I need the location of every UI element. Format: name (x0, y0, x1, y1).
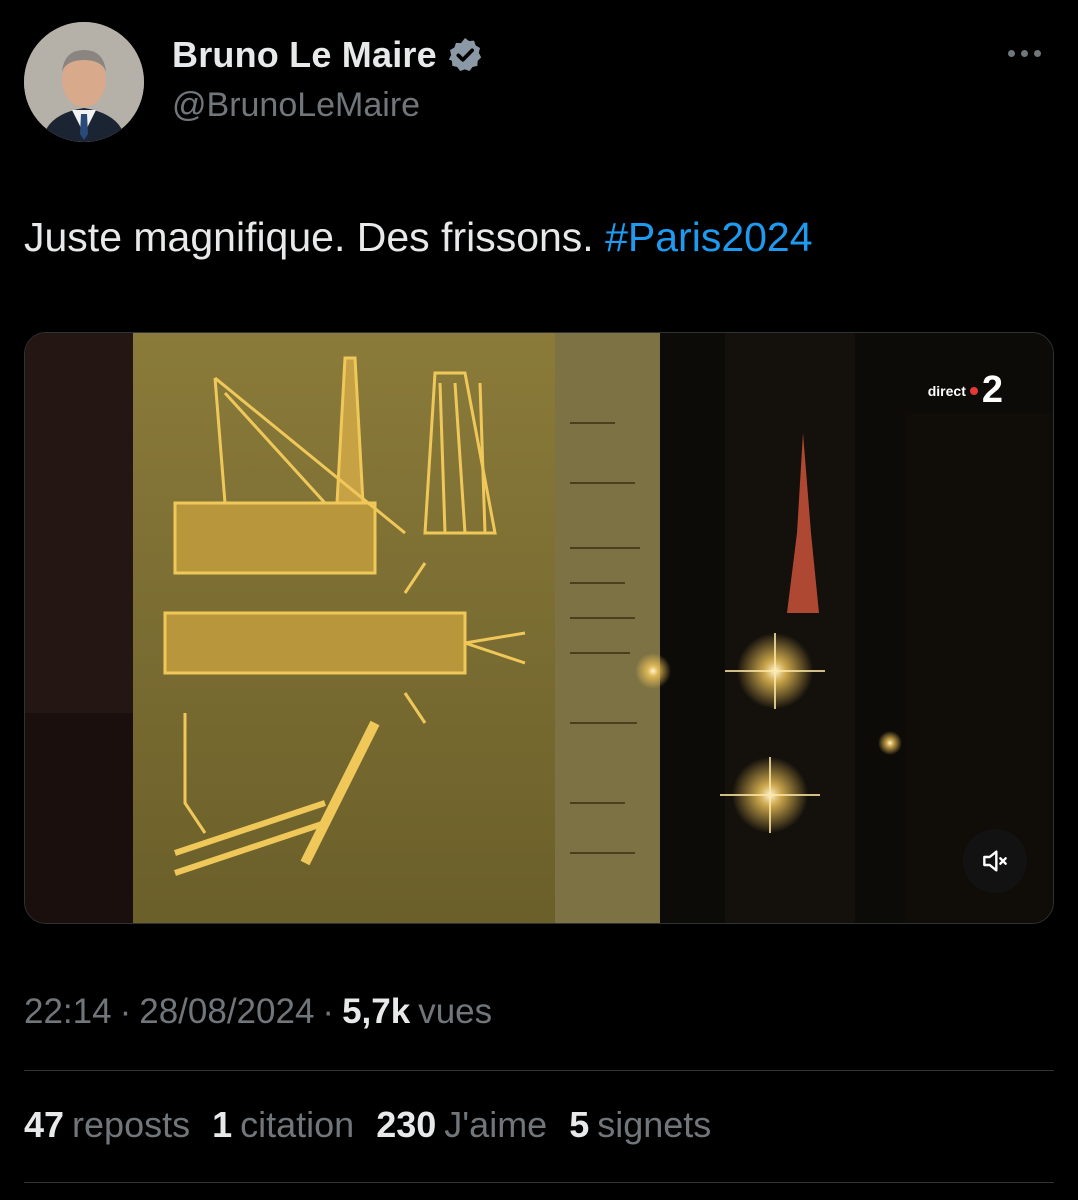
stat-number: 5 (569, 1104, 590, 1145)
channel-direct-label: direct (927, 382, 966, 399)
stat-number: 230 (376, 1104, 437, 1145)
stat-number: 47 (24, 1104, 65, 1145)
more-options-icon[interactable] (1002, 38, 1046, 68)
divider (24, 1182, 1054, 1183)
stat-label: reposts (72, 1104, 191, 1145)
tweet-header: Bruno Le Maire @BrunoLeMaire (24, 22, 1054, 142)
live-dot-icon (969, 386, 978, 395)
avatar[interactable] (24, 22, 144, 142)
engagement-stats: 47 reposts 1 citation 230 J'aime 5 signe… (24, 1104, 711, 1146)
tweet-body: Juste magnifique. Des frissons. (24, 214, 594, 260)
tweet-date[interactable]: 28/08/2024 (139, 992, 314, 1032)
more-dot (1033, 49, 1041, 57)
stat-number: 1 (212, 1104, 233, 1145)
tweet-time[interactable]: 22:14 (24, 992, 112, 1032)
author-name-row: Bruno Le Maire (172, 34, 485, 76)
views-count: 5,7k (342, 992, 411, 1031)
more-dot (1007, 49, 1015, 57)
stat-reposts[interactable]: 47 reposts (24, 1104, 190, 1146)
stat-label: J'aime (444, 1104, 548, 1145)
video-player[interactable]: direct 2 (24, 332, 1054, 924)
verified-badge-icon (445, 35, 485, 75)
more-dot (1020, 49, 1028, 57)
speaker-muted-icon (983, 850, 1007, 872)
channel-number: 2 (981, 369, 1003, 411)
stat-label: signets (597, 1104, 712, 1145)
video-frame (25, 333, 1053, 923)
stat-likes[interactable]: 230 J'aime (376, 1104, 547, 1146)
stat-label: citation (240, 1104, 355, 1145)
author-name[interactable]: Bruno Le Maire (172, 34, 437, 76)
hashtag-link[interactable]: #Paris2024 (605, 214, 812, 260)
author-handle[interactable]: @BrunoLeMaire (172, 86, 420, 125)
stat-bookmarks[interactable]: 5 signets (569, 1104, 711, 1146)
tweet-text: Juste magnifique. Des frissons. #Paris20… (24, 214, 813, 261)
meta-separator: · (322, 992, 335, 1031)
tweet-meta: 22:14 · 28/08/2024 · 5,7k vues (24, 992, 492, 1032)
channel-badge: direct 2 (928, 369, 1003, 412)
meta-separator: · (119, 992, 132, 1031)
views-label: vues (418, 992, 493, 1031)
stat-quotes[interactable]: 1 citation (212, 1104, 354, 1146)
mute-button[interactable] (963, 829, 1027, 893)
divider (24, 1070, 1054, 1071)
avatar-portrait (24, 22, 144, 142)
